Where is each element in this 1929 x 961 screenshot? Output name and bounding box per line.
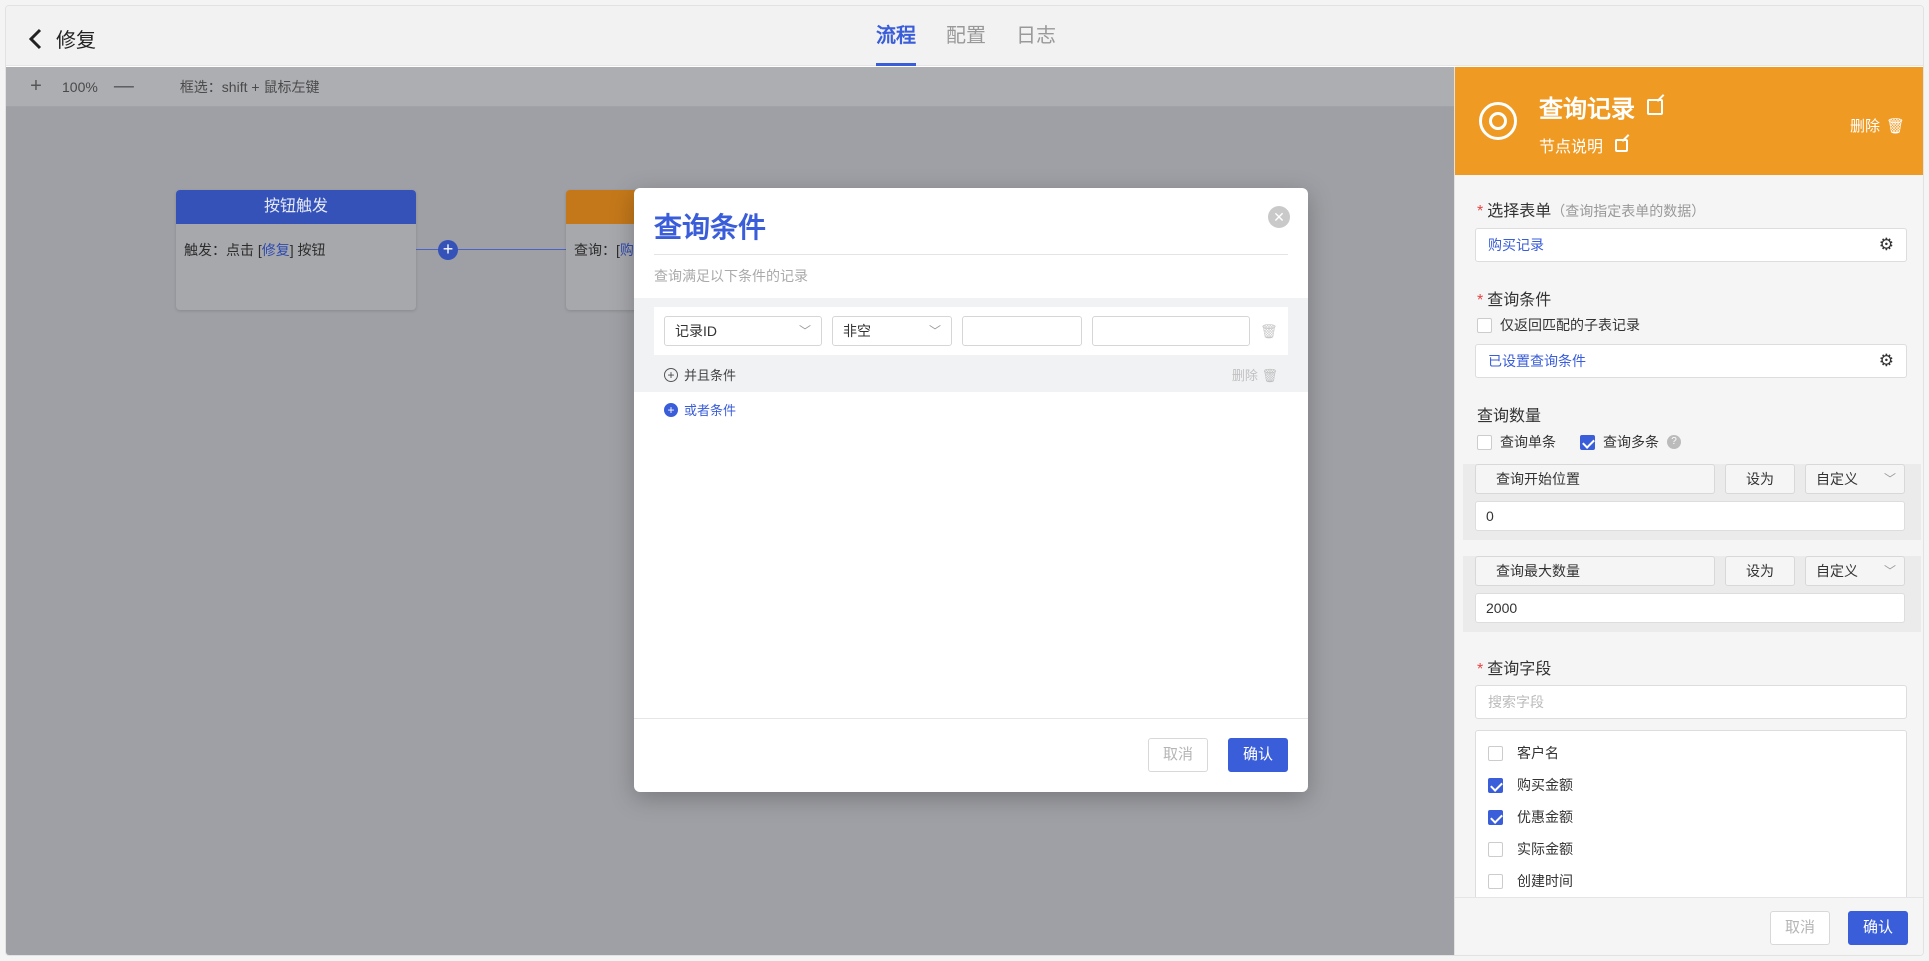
value-input-2[interactable] — [1092, 316, 1250, 346]
field-select[interactable]: 记录ID ﹀ — [664, 316, 822, 346]
field-list: 客户名 购买金额 优惠金额 实际金额 创建时间 — [1475, 730, 1907, 920]
condition-row: 记录ID ﹀ 非空 ﹀ 🗑 — [654, 307, 1288, 355]
list-item[interactable]: 优惠金额 — [1476, 801, 1906, 833]
multi-checkbox[interactable] — [1580, 434, 1595, 450]
dialog-subtitle: 查询满足以下条件的记录 — [654, 268, 808, 284]
list-item[interactable]: 创建时间 — [1476, 865, 1906, 897]
max-set-label: 设为 — [1725, 556, 1795, 586]
max-mode-select[interactable]: 自定义 ﹀ — [1805, 556, 1905, 586]
title-divider — [654, 254, 1288, 255]
query-condition-dialog: 查询条件 ✕ 查询满足以下条件的记录 记录ID ﹀ 非空 ﹀ 🗑 + 并且条件 删除 … — [634, 188, 1308, 792]
max-count-input[interactable]: 2000 — [1475, 593, 1905, 623]
at-sign-icon — [1479, 102, 1517, 140]
trigger-node[interactable]: 按钮触发 触发：点击 [修复] 按钮 — [176, 190, 416, 310]
dialog-title: 查询条件 — [654, 212, 767, 243]
close-icon[interactable]: ✕ — [1268, 206, 1290, 228]
zoom-in-button[interactable]: + — [26, 75, 46, 98]
flow-canvas[interactable]: + 100% — 框选：shift + 鼠标左键 按钮触发 触发：点击 [修复]… — [6, 67, 1454, 955]
tab-config[interactable]: 配置 — [946, 6, 986, 66]
start-position-block: 查询开始位置 设为 自定义 ﹀ 0 — [1463, 464, 1921, 540]
field-search-input[interactable]: 搜索字段 — [1475, 685, 1907, 719]
checkbox-icon — [1488, 841, 1503, 857]
gear-icon[interactable]: ⚙ — [1879, 345, 1894, 377]
count-label: 查询数量 — [1477, 408, 1542, 425]
checkbox-icon — [1488, 873, 1503, 889]
value-input-1[interactable] — [962, 316, 1082, 346]
node-settings-panel: 查询记录 节点说明 删除 🗑 * 选择表单（查询指定表单的数据） 购买记录 ⚙ * 查询… — [1454, 67, 1923, 955]
subtable-only-checkbox[interactable]: 仅返回匹配的子表记录 — [1477, 315, 1640, 335]
question-icon[interactable]: ? — [1667, 435, 1681, 449]
operator-select[interactable]: 非空 ﹀ — [832, 316, 952, 346]
add-and-condition-button[interactable]: + 并且条件 — [664, 365, 736, 384]
checkbox-icon — [1488, 809, 1503, 825]
plus-circle-icon: + — [664, 402, 678, 417]
trash-icon[interactable]: 🗑 — [1260, 323, 1278, 340]
app-window: 修复 流程 配置 日志 + 100% — 框选：shift + 鼠标左键 按钮触… — [5, 5, 1924, 956]
form-select[interactable]: 购买记录 ⚙ — [1475, 228, 1907, 262]
chevron-down-icon: ﹀ — [928, 324, 941, 338]
start-position-input[interactable]: 0 — [1475, 501, 1905, 531]
list-item[interactable]: 实际金额 — [1476, 833, 1906, 865]
add-node-icon[interactable]: + — [438, 240, 458, 260]
checkbox-icon — [1488, 745, 1503, 761]
single-checkbox[interactable] — [1477, 434, 1492, 450]
list-item[interactable]: 客户名 — [1476, 737, 1906, 769]
edit-icon[interactable] — [1615, 138, 1629, 152]
plus-circle-icon: + — [664, 367, 678, 382]
main-tabs: 流程 配置 日志 — [876, 6, 1056, 66]
dialog-cancel-button[interactable]: 取消 — [1148, 738, 1208, 772]
trigger-node-body: 触发：点击 [修复] 按钮 — [184, 242, 326, 258]
start-mode-select[interactable]: 自定义 ﹀ — [1805, 464, 1905, 494]
delete-group-button[interactable]: 删除 🗑 — [1232, 365, 1278, 384]
tab-flow[interactable]: 流程 — [876, 6, 916, 66]
trigger-node-title: 按钮触发 — [176, 190, 416, 224]
panel-header: 查询记录 节点说明 删除 🗑 — [1455, 67, 1923, 175]
chevron-down-icon: ﹀ — [1883, 564, 1896, 578]
trash-icon: 🗑 — [1885, 117, 1905, 135]
edit-icon[interactable] — [1647, 98, 1663, 115]
trigger-node-link[interactable]: 修复 — [262, 242, 290, 258]
form-label: * 选择表单（查询指定表单的数据） — [1477, 203, 1706, 220]
node-note: 节点说明 — [1539, 133, 1629, 157]
canvas-toolbar: + 100% — 框选：shift + 鼠标左键 — [6, 67, 1454, 107]
chevron-down-icon: ﹀ — [1883, 472, 1896, 486]
dialog-footer-divider — [634, 718, 1308, 719]
panel-confirm-button[interactable]: 确认 — [1848, 911, 1908, 945]
and-condition-row: + 并且条件 删除 🗑 — [664, 365, 1278, 384]
add-or-condition-button[interactable]: + 或者条件 — [664, 400, 736, 419]
condition-label: * 查询条件 — [1477, 292, 1552, 309]
zoom-out-button[interactable]: — — [114, 75, 134, 98]
tab-log[interactable]: 日志 — [1016, 6, 1056, 66]
panel-delete-button[interactable]: 删除 🗑 — [1850, 115, 1905, 136]
selection-hint: 框选：shift + 鼠标左键 — [179, 78, 320, 95]
panel-footer: 取消 确认 — [1455, 897, 1923, 955]
checkbox-icon — [1477, 317, 1492, 333]
gear-icon[interactable]: ⚙ — [1879, 229, 1894, 261]
back-label: 修复 — [56, 30, 96, 52]
chevron-down-icon: ﹀ — [798, 324, 811, 338]
max-count-block: 查询最大数量 设为 自定义 ﹀ 2000 — [1463, 556, 1921, 632]
dialog-confirm-button[interactable]: 确认 — [1228, 738, 1288, 772]
list-item[interactable]: 购买金额 — [1476, 769, 1906, 801]
panel-cancel-button[interactable]: 取消 — [1770, 911, 1830, 945]
start-set-label: 设为 — [1725, 464, 1795, 494]
fields-label: * 查询字段 — [1477, 661, 1552, 678]
count-options: 查询单条 查询多条 ? — [1477, 432, 1681, 452]
panel-title: 查询记录 — [1539, 89, 1663, 124]
zoom-level: 100% — [62, 78, 98, 95]
start-position-name: 查询开始位置 — [1475, 464, 1715, 494]
condition-field[interactable]: 已设置查询条件 ⚙ — [1475, 344, 1907, 378]
max-count-name: 查询最大数量 — [1475, 556, 1715, 586]
top-header: 修复 流程 配置 日志 — [6, 6, 1923, 66]
checkbox-icon — [1488, 777, 1503, 793]
chevron-left-icon — [28, 28, 42, 49]
back-button[interactable]: 修复 — [28, 24, 96, 53]
